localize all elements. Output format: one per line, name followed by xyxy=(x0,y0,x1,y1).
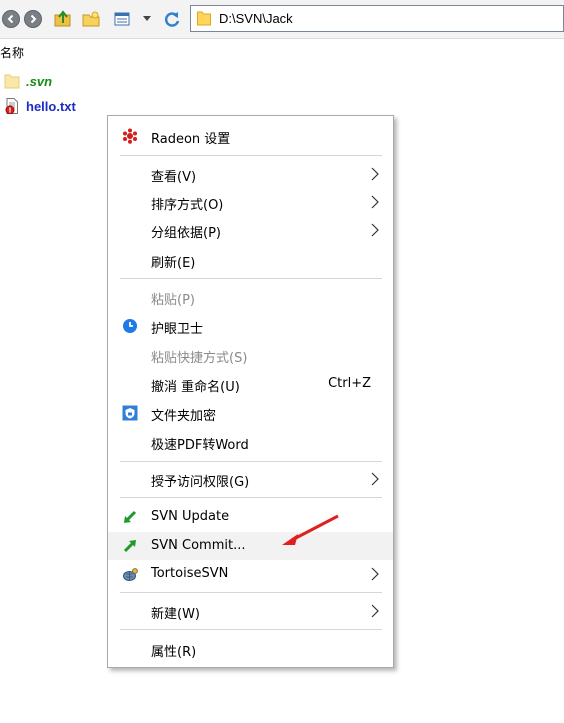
list-item[interactable]: .svn xyxy=(4,71,52,91)
refresh-icon[interactable] xyxy=(163,10,181,28)
menu-item-label: 新建(W) xyxy=(151,607,200,622)
svn-update-icon xyxy=(122,509,138,525)
chevron-right-icon xyxy=(371,195,379,209)
menu-item-group-by[interactable]: 分组依据(P) xyxy=(108,216,393,244)
address-path: D:\SVN\Jack xyxy=(219,11,293,26)
menu-item-folder-encrypt[interactable]: 文件夹加密 xyxy=(108,399,393,427)
up-folder-icon[interactable] xyxy=(54,10,72,28)
menu-item-label: 排序方式(O) xyxy=(151,198,224,213)
menu-item-svn-update[interactable]: SVN Update xyxy=(108,503,393,531)
chevron-right-icon xyxy=(371,472,379,486)
menu-item-label: Radeon 设置 xyxy=(151,132,231,147)
back-icon[interactable] xyxy=(2,10,20,28)
menu-item-label: 分组依据(P) xyxy=(151,226,221,241)
menu-item-label: 授予访问权限(G) xyxy=(151,475,250,490)
menu-item-eye-guard[interactable]: 护眼卫士 xyxy=(108,312,393,340)
menu-item-svn-commit[interactable]: SVN Commit... xyxy=(108,532,393,560)
menu-item-pdf-to-word[interactable]: 极速PDF转Word xyxy=(108,428,393,456)
new-folder-icon[interactable] xyxy=(82,10,100,28)
svg-text:!: ! xyxy=(8,107,11,115)
explorer-toolbar: D:\SVN\Jack xyxy=(0,0,564,39)
menu-item-label: 撤消 重命名(U) xyxy=(151,380,240,395)
file-name: hello.txt xyxy=(26,98,76,114)
menu-separator xyxy=(120,461,382,462)
radeon-icon xyxy=(122,128,138,144)
menu-separator xyxy=(120,629,382,630)
menu-item-label: 属性(R) xyxy=(151,645,197,660)
chevron-right-icon xyxy=(371,567,379,581)
menu-separator xyxy=(120,497,382,498)
menu-item-label: SVN Update xyxy=(151,509,230,524)
folder-icon xyxy=(197,11,211,26)
chevron-right-icon xyxy=(371,223,379,237)
view-icon[interactable] xyxy=(113,10,131,28)
tortoise-icon xyxy=(122,566,138,582)
folder-icon xyxy=(4,73,20,89)
menu-item-paste-shortcut: 粘贴快捷方式(S) xyxy=(108,341,393,369)
eye-guard-icon xyxy=(122,318,138,334)
menu-item-label: 粘贴快捷方式(S) xyxy=(151,351,248,366)
shield-lock-icon xyxy=(122,405,138,421)
menu-item-view[interactable]: 查看(V) xyxy=(108,160,393,188)
chevron-right-icon xyxy=(371,604,379,618)
forward-icon[interactable] xyxy=(24,10,42,28)
menu-separator xyxy=(120,278,382,279)
menu-item-label: SVN Commit... xyxy=(151,538,246,553)
menu-item-new[interactable]: 新建(W) xyxy=(108,597,393,625)
menu-item-refresh[interactable]: 刷新(E) xyxy=(108,246,393,274)
menu-item-label: 护眼卫士 xyxy=(151,322,204,337)
menu-item-label: 刷新(E) xyxy=(151,256,196,271)
menu-separator xyxy=(120,155,382,156)
menu-item-shortcut: Ctrl+Z xyxy=(328,376,371,391)
svn-modified-file-icon: ! xyxy=(4,98,20,115)
menu-item-properties[interactable]: 属性(R) xyxy=(108,635,393,663)
file-name: .svn xyxy=(26,73,53,89)
column-header-name[interactable]: 名称 xyxy=(0,44,24,61)
menu-item-label: TortoiseSVN xyxy=(151,566,229,581)
list-item[interactable]: ! hello.txt xyxy=(4,96,76,116)
annotation-arrow-icon xyxy=(282,514,339,545)
menu-item-tortoisesvn[interactable]: TortoiseSVN xyxy=(108,560,393,588)
menu-separator xyxy=(120,592,382,593)
menu-item-paste: 粘贴(P) xyxy=(108,283,393,311)
menu-item-sort-by[interactable]: 排序方式(O) xyxy=(108,188,393,216)
context-menu: Radeon 设置 查看(V) 排序方式(O) 分组依据(P) 刷新(E) 粘贴… xyxy=(107,115,394,668)
menu-item-label: 文件夹加密 xyxy=(151,409,217,424)
menu-item-radeon-settings[interactable]: Radeon 设置 xyxy=(108,122,393,150)
svn-commit-icon xyxy=(122,538,138,554)
menu-item-label: 粘贴(P) xyxy=(151,293,195,308)
menu-item-label: 查看(V) xyxy=(151,170,197,185)
menu-item-grant-access[interactable]: 授予访问权限(G) xyxy=(108,465,393,493)
menu-item-undo-rename[interactable]: 撤消 重命名(U) Ctrl+Z xyxy=(108,370,393,398)
chevron-right-icon xyxy=(371,167,379,181)
view-dropdown-icon[interactable] xyxy=(142,10,152,28)
address-bar[interactable]: D:\SVN\Jack xyxy=(190,5,564,32)
menu-item-label: 极速PDF转Word xyxy=(151,438,249,453)
